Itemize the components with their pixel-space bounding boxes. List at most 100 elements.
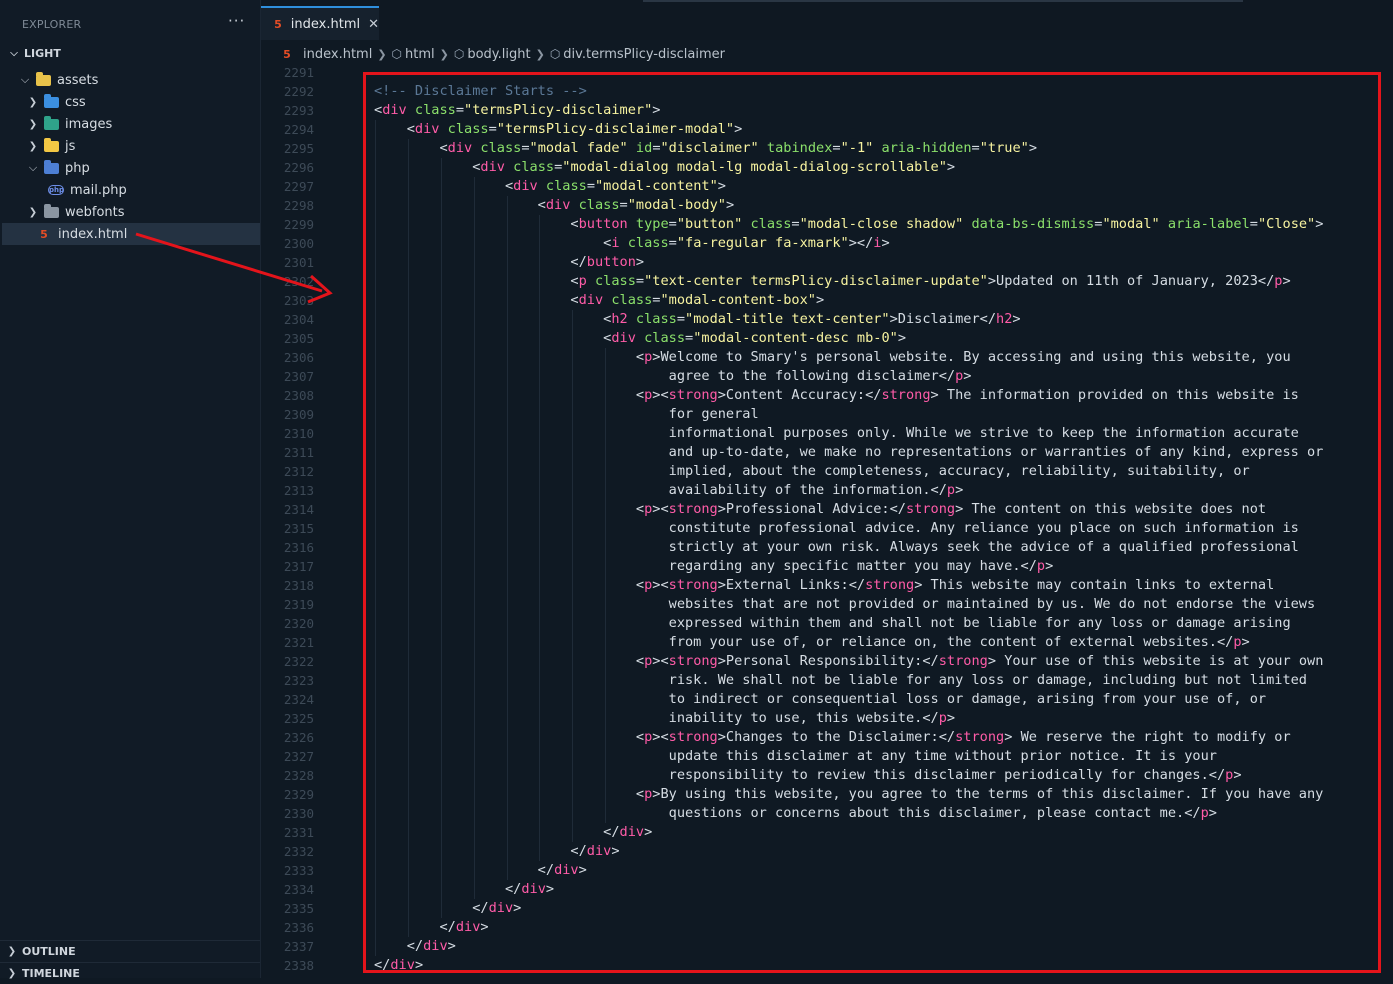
code-line[interactable]: risk. We shall not be liable for any los… [374,671,1307,690]
code-line[interactable]: informational purposes only. While we st… [374,424,1299,443]
code-token: div [447,140,473,156]
code-line[interactable]: update this disclaimer at any time witho… [374,747,1217,766]
code-line[interactable]: strictly at your own risk. Always seek t… [374,538,1299,557]
code-line[interactable]: <p>By using this website, you agree to t… [374,785,1323,804]
tree-item-assets[interactable]: ⌵ assets [0,69,260,91]
code-line[interactable]: <p>Welcome to Smary's personal website. … [374,348,1291,367]
code-line[interactable]: <p><strong>Changes to the Disclaimer:</s… [374,728,1291,747]
code-line[interactable]: </div> [374,842,619,861]
folder-icon [44,159,59,174]
close-icon[interactable]: ✕ [368,17,379,32]
code-token: </ [374,824,620,840]
code-token: > [955,482,964,498]
line-number: 2328 [283,768,314,783]
code-line[interactable]: <p><strong>Content Accuracy:</strong> Th… [374,386,1299,405]
tree-item-images[interactable]: ❯ images [0,113,260,135]
code-line[interactable]: <!-- Disclaimer Starts --> [374,82,587,101]
code-line[interactable]: <div class="modal-dialog modal-lg modal-… [374,158,955,177]
code-line[interactable]: </div> [374,899,521,918]
code-token: div [480,159,505,175]
line-number: 2307 [283,369,314,384]
tab-index-html[interactable]: 5 index.html ✕ [261,6,379,40]
code-line[interactable]: and up-to-date, we make no representatio… [374,443,1324,462]
code-line[interactable]: <button type="button" class="modal-close… [374,215,1323,234]
workspace-root[interactable]: ⌵ LIGHT [8,47,61,60]
tree-item-mail-php[interactable]: php mail.php [0,179,260,201]
code-token: >< [652,653,669,669]
code-line[interactable]: expressed within them and shall not be l… [374,614,1291,633]
code-line[interactable]: </div> [374,956,423,975]
tree-item-php[interactable]: ⌵ php [0,157,260,179]
code-line[interactable]: <i class="fa-regular fa-xmark"></i> [374,234,890,253]
code-token: > [480,919,489,935]
code-line[interactable]: <div class="modal-content-desc mb-0"> [374,329,906,348]
tree-item-webfonts[interactable]: ❯ webfonts [0,201,260,223]
code-line[interactable]: <p class="text-center termsPlicy-disclai… [374,272,1290,291]
tree-item-js[interactable]: ❯ js [0,135,260,157]
code-line[interactable]: </div> [374,918,489,937]
code-token: div [545,197,571,213]
code-line[interactable]: inability to use, this website.</p> [374,709,955,728]
code-line[interactable]: <div class="modal-content"> [374,177,726,196]
more-actions-icon[interactable]: ··· [228,12,245,30]
code-line[interactable]: responsibility to review this disclaimer… [374,766,1242,785]
code-token: > [963,368,972,384]
code-token: = [668,235,677,251]
code-token: > Your use of this website is at your ow… [987,653,1324,669]
code-token: > [946,159,956,175]
code-line[interactable]: <div class="modal-content-box"> [374,291,824,310]
breadcrumb-body[interactable]: ⬡ body.light [454,47,531,62]
code-line[interactable]: </div> [374,937,456,956]
code-token: "modal-body" [627,197,726,213]
code-line[interactable]: regarding any specific matter you may ha… [374,557,1054,576]
breadcrumb-div[interactable]: ⬡ div.termsPlicy-disclaimer [550,47,725,62]
outline-section[interactable]: ❯ OUTLINE [0,940,260,962]
code-line[interactable]: from your use of, or reliance on, the co… [374,633,1250,652]
code-line[interactable]: availability of the information.</p> [374,481,964,500]
code-line[interactable]: <p><strong>Personal Responsibility:</str… [374,652,1324,671]
breadcrumb-file[interactable]: 5 index.html [279,47,372,62]
outline-label: OUTLINE [22,945,76,958]
chevron-down-icon: ⌵ [10,48,18,59]
code-line[interactable]: to indirect or consequential loss or dam… [374,690,1266,709]
breadcrumb-html[interactable]: ⬡ html [392,47,435,62]
code-line[interactable]: constitute professional advice. Any reli… [374,519,1299,538]
line-number: 2336 [283,920,314,935]
tree-item-css[interactable]: ❯ css [0,91,260,113]
code-token: > [881,235,890,251]
code-token: class [570,197,620,213]
code-token: >Professional Advice:</ [717,501,906,517]
code-token: >Updated on 11th of January, 2023</ [987,273,1275,289]
code-line[interactable]: for general [374,405,759,424]
code-line[interactable]: <div class="modal fade" id="disclaimer" … [374,139,1037,158]
code-line[interactable]: implied, about the completeness, accurac… [374,462,1250,481]
code-line[interactable]: </div> [374,880,554,899]
line-number: 2314 [283,502,314,517]
code-token: < [374,197,546,213]
code-line[interactable]: </div> [374,861,587,880]
code-line[interactable]: <p><strong>External Links:</strong> This… [374,576,1274,595]
code-line[interactable]: websites that are not provided or mainta… [374,595,1316,614]
code-line[interactable]: </div> [374,823,652,842]
timeline-section[interactable]: ❯ TIMELINE [0,962,260,984]
code-token: to indirect or consequential loss or dam… [374,691,1267,707]
command-center[interactable] [643,0,1243,2]
code-token: aria-label [1159,216,1250,232]
code-line[interactable]: <p><strong>Professional Advice:</strong>… [374,500,1266,519]
code-token: > [717,178,726,194]
code-line[interactable]: <div class="modal-body"> [374,196,734,215]
code-token: div [578,292,604,308]
tree-item-index-html[interactable]: 5 index.html [2,223,260,245]
code-token: update this disclaimer at any time witho… [374,748,1217,764]
code-line[interactable]: agree to the following disclaimer</p> [374,367,972,386]
code-line[interactable]: <div class="termsPlicy-disclaimer-modal"… [374,120,743,139]
code-line[interactable]: questions or concerns about this disclai… [374,804,1217,823]
code-token: expressed within them and shall not be l… [374,615,1291,631]
code-editor[interactable]: 2291 2292 2293 2294 2295 2296 2297 2298 2299 2300… [261,66,1393,978]
code-line[interactable]: <h2 class="modal-title text-center">Disc… [374,310,1020,329]
workspace-root-label: LIGHT [24,47,61,60]
code-line[interactable]: <div class="termsPlicy-disclaimer"> [374,101,660,120]
code-line[interactable]: </button> [374,253,644,272]
html5-icon: 5 [283,47,291,61]
code-token: div [586,843,612,859]
